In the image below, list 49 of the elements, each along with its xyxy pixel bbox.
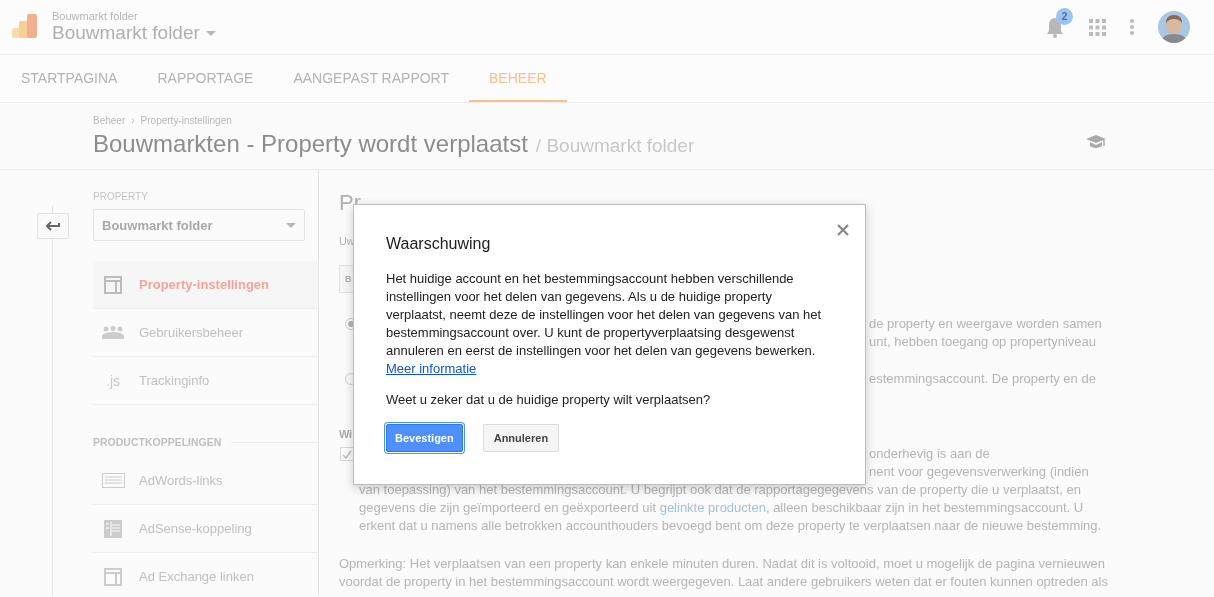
- more-info-link[interactable]: Meer informatie: [386, 361, 477, 376]
- more-icon[interactable]: [1130, 19, 1134, 35]
- dialog-message: Het huidige account en het bestemmingsaccount hebben verschillende instellingen voor het delen van gegevens. Als u de huidige property verplaatst, neemt deze de instellingen voor het delen van gegevens van het bestemmingsaccount over. U kunt de propertyverplaatsing desgewenst annuleren en eerst de instellingen voor het delen van gegevens bewerken. Meer informatie: [386, 270, 823, 378]
- nav-tab[interactable]: RAPPORTAGE: [137, 55, 274, 102]
- option-text: unt, hebben toegang op propertyniveau: [869, 333, 1097, 351]
- sidebar-item[interactable]: AdSense-koppeling: [93, 505, 318, 553]
- confirm-button[interactable]: Bevestigen: [386, 424, 463, 452]
- sidebar-item[interactable]: Property-instellingen: [93, 261, 318, 309]
- apps-grid-icon[interactable]: [1089, 18, 1106, 36]
- nav-tab[interactable]: BEHEER: [469, 55, 567, 102]
- note-text: Opmerking: Het verplaatsen van een property kan enkele minuten duren. Nadat dit is voltooid, moet u mogelijk de pagina vernieuwen voordat de property in het bestemmingsaccount wordt weergegeven. Laat andere gebruikers weten dat er fouten kunnen optreden als: [339, 555, 1109, 591]
- avatar[interactable]: [1158, 11, 1190, 43]
- linked-products-link[interactable]: gelinkte producten: [659, 500, 766, 515]
- table-icon: [104, 519, 122, 538]
- sidebar-item[interactable]: Ad Exchange linken: [93, 553, 318, 597]
- nav-tab[interactable]: AANGEPAST RAPPORT: [273, 55, 470, 102]
- agreement-text: van toepassing) van het bestemmingsaccount. U begrijpt ook dat de rapportagegegevens van de property die u verplaatst, en gegevens die zijn geïmporteerd en geëxporteerd uit gelinkte producten, alleen beschikbaar zijn in het bestemmingsaccount. U erkent dat u namens alle betrokken accounthouders bevoegd bent om deze property te verplaatsen naar de nieuwe bestemming.: [359, 481, 1103, 535]
- nav-tab[interactable]: STARTPAGINA: [1, 55, 138, 102]
- property-select[interactable]: Bouwmarkt folder: [93, 209, 305, 241]
- property-name[interactable]: Bouwmarkt folder: [52, 22, 200, 44]
- sidebar-item[interactable]: Gebruikersbeheer: [93, 309, 318, 357]
- agreement-text: nent voor gegevensverwerking (indien: [869, 463, 1090, 481]
- back-arrow-icon: [46, 221, 60, 231]
- caret-icon: [286, 222, 296, 228]
- account-name: Bouwmarkt folder: [52, 10, 139, 22]
- people-icon: [102, 326, 124, 339]
- section-label: PRODUCTKOPPELINGEN: [93, 436, 222, 448]
- option-text: estemmingsaccount. De property en de: [869, 370, 1097, 388]
- action-button[interactable]: B: [339, 265, 353, 293]
- breadcrumb-link[interactable]: Beheer: [93, 115, 126, 126]
- close-icon[interactable]: [837, 222, 849, 234]
- list-icon: [101, 473, 125, 488]
- breadcrumb-link[interactable]: Property-instellingen: [140, 115, 232, 126]
- option-text: de property en weergave worden samen: [869, 315, 1103, 333]
- layout-icon: [104, 275, 122, 294]
- section-heading: Wi: [339, 427, 353, 442]
- agreement-text: onderhevig is aan de: [869, 445, 991, 463]
- graduation-cap-icon[interactable]: [1086, 135, 1106, 149]
- caret-icon: [205, 30, 216, 36]
- notification-badge: 2: [1056, 8, 1073, 25]
- back-button[interactable]: [37, 213, 69, 239]
- dialog-question: Weet u zeker dat u de huidige property wilt verplaatsen?: [386, 392, 712, 407]
- breadcrumb-separator: ›: [131, 115, 135, 126]
- logo-icon: [12, 14, 38, 40]
- sidebar-item[interactable]: AdWords-links: [93, 457, 318, 505]
- layout-icon: [104, 567, 122, 586]
- dialog-title: Waarschuwing: [386, 235, 492, 253]
- cancel-button[interactable]: Annuleren: [482, 424, 560, 452]
- page-title: Bouwmarkten - Property wordt verplaatst: [93, 130, 528, 158]
